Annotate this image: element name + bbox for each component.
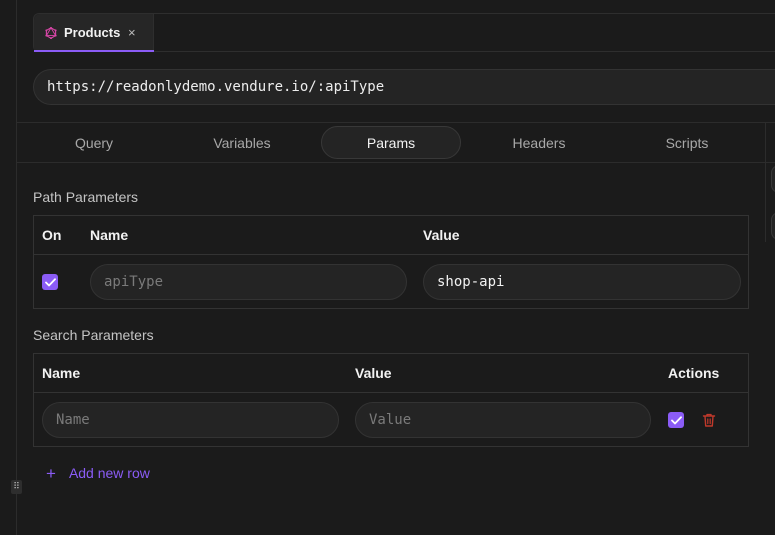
search-name-field[interactable] xyxy=(42,402,339,438)
request-tabs-divider-bottom xyxy=(17,162,775,163)
search-value-input[interactable] xyxy=(369,412,650,428)
url-bar[interactable]: https://readonlydemo.vendure.io/:apiType xyxy=(33,69,775,105)
plus-icon: + xyxy=(46,463,56,483)
left-divider xyxy=(16,0,17,535)
table-header: On Name Value xyxy=(34,216,748,255)
right-panel-control[interactable] xyxy=(771,165,775,193)
enabled-checkbox[interactable] xyxy=(668,412,684,428)
trash-icon[interactable] xyxy=(701,412,717,428)
search-value-field[interactable] xyxy=(355,402,651,438)
param-name-field[interactable]: apiType xyxy=(90,264,407,300)
tab-strip: Products × xyxy=(33,13,775,52)
app-window: ⠿ Products × https://readonlydemo.vendur… xyxy=(0,0,775,535)
check-icon xyxy=(670,415,682,424)
table-header: Name Value Actions xyxy=(34,354,748,393)
resize-handle[interactable]: ⠿ xyxy=(11,480,22,494)
add-new-row-button[interactable]: + Add new row xyxy=(46,463,150,483)
column-header-name: Name xyxy=(90,227,129,243)
column-header-value: Value xyxy=(423,227,460,243)
tab-headers[interactable]: Headers xyxy=(469,126,609,159)
column-header-actions: Actions xyxy=(668,365,720,381)
tab-label: Products xyxy=(64,25,121,40)
graphql-icon xyxy=(45,26,57,39)
column-header-value: Value xyxy=(355,365,392,381)
tab-scripts[interactable]: Scripts xyxy=(617,126,757,159)
tab-variables[interactable]: Variables xyxy=(172,126,312,159)
right-panel-control[interactable] xyxy=(771,212,775,240)
left-gutter xyxy=(0,0,16,535)
enabled-checkbox[interactable] xyxy=(42,274,58,290)
path-parameters-table: On Name Value apiType shop-api xyxy=(33,215,749,309)
url-input[interactable]: https://readonlydemo.vendure.io/:apiType xyxy=(47,79,384,95)
path-parameters-title: Path Parameters xyxy=(33,189,139,205)
search-parameters-title: Search Parameters xyxy=(33,327,154,343)
close-icon[interactable]: × xyxy=(128,25,136,40)
search-parameters-table: Name Value Actions xyxy=(33,353,749,447)
request-tabs-divider-top xyxy=(17,122,775,123)
tab-query[interactable]: Query xyxy=(24,126,164,159)
column-header-name: Name xyxy=(42,365,81,381)
add-new-row-label: Add new row xyxy=(68,465,150,481)
tab-products[interactable]: Products × xyxy=(34,14,154,52)
right-panel-divider xyxy=(765,122,766,242)
active-tab-indicator xyxy=(34,50,154,52)
column-header-on: On xyxy=(42,227,62,243)
check-icon xyxy=(44,277,56,286)
tab-params[interactable]: Params xyxy=(321,126,461,159)
param-value-field[interactable]: shop-api xyxy=(423,264,741,300)
search-name-input[interactable] xyxy=(56,412,338,428)
